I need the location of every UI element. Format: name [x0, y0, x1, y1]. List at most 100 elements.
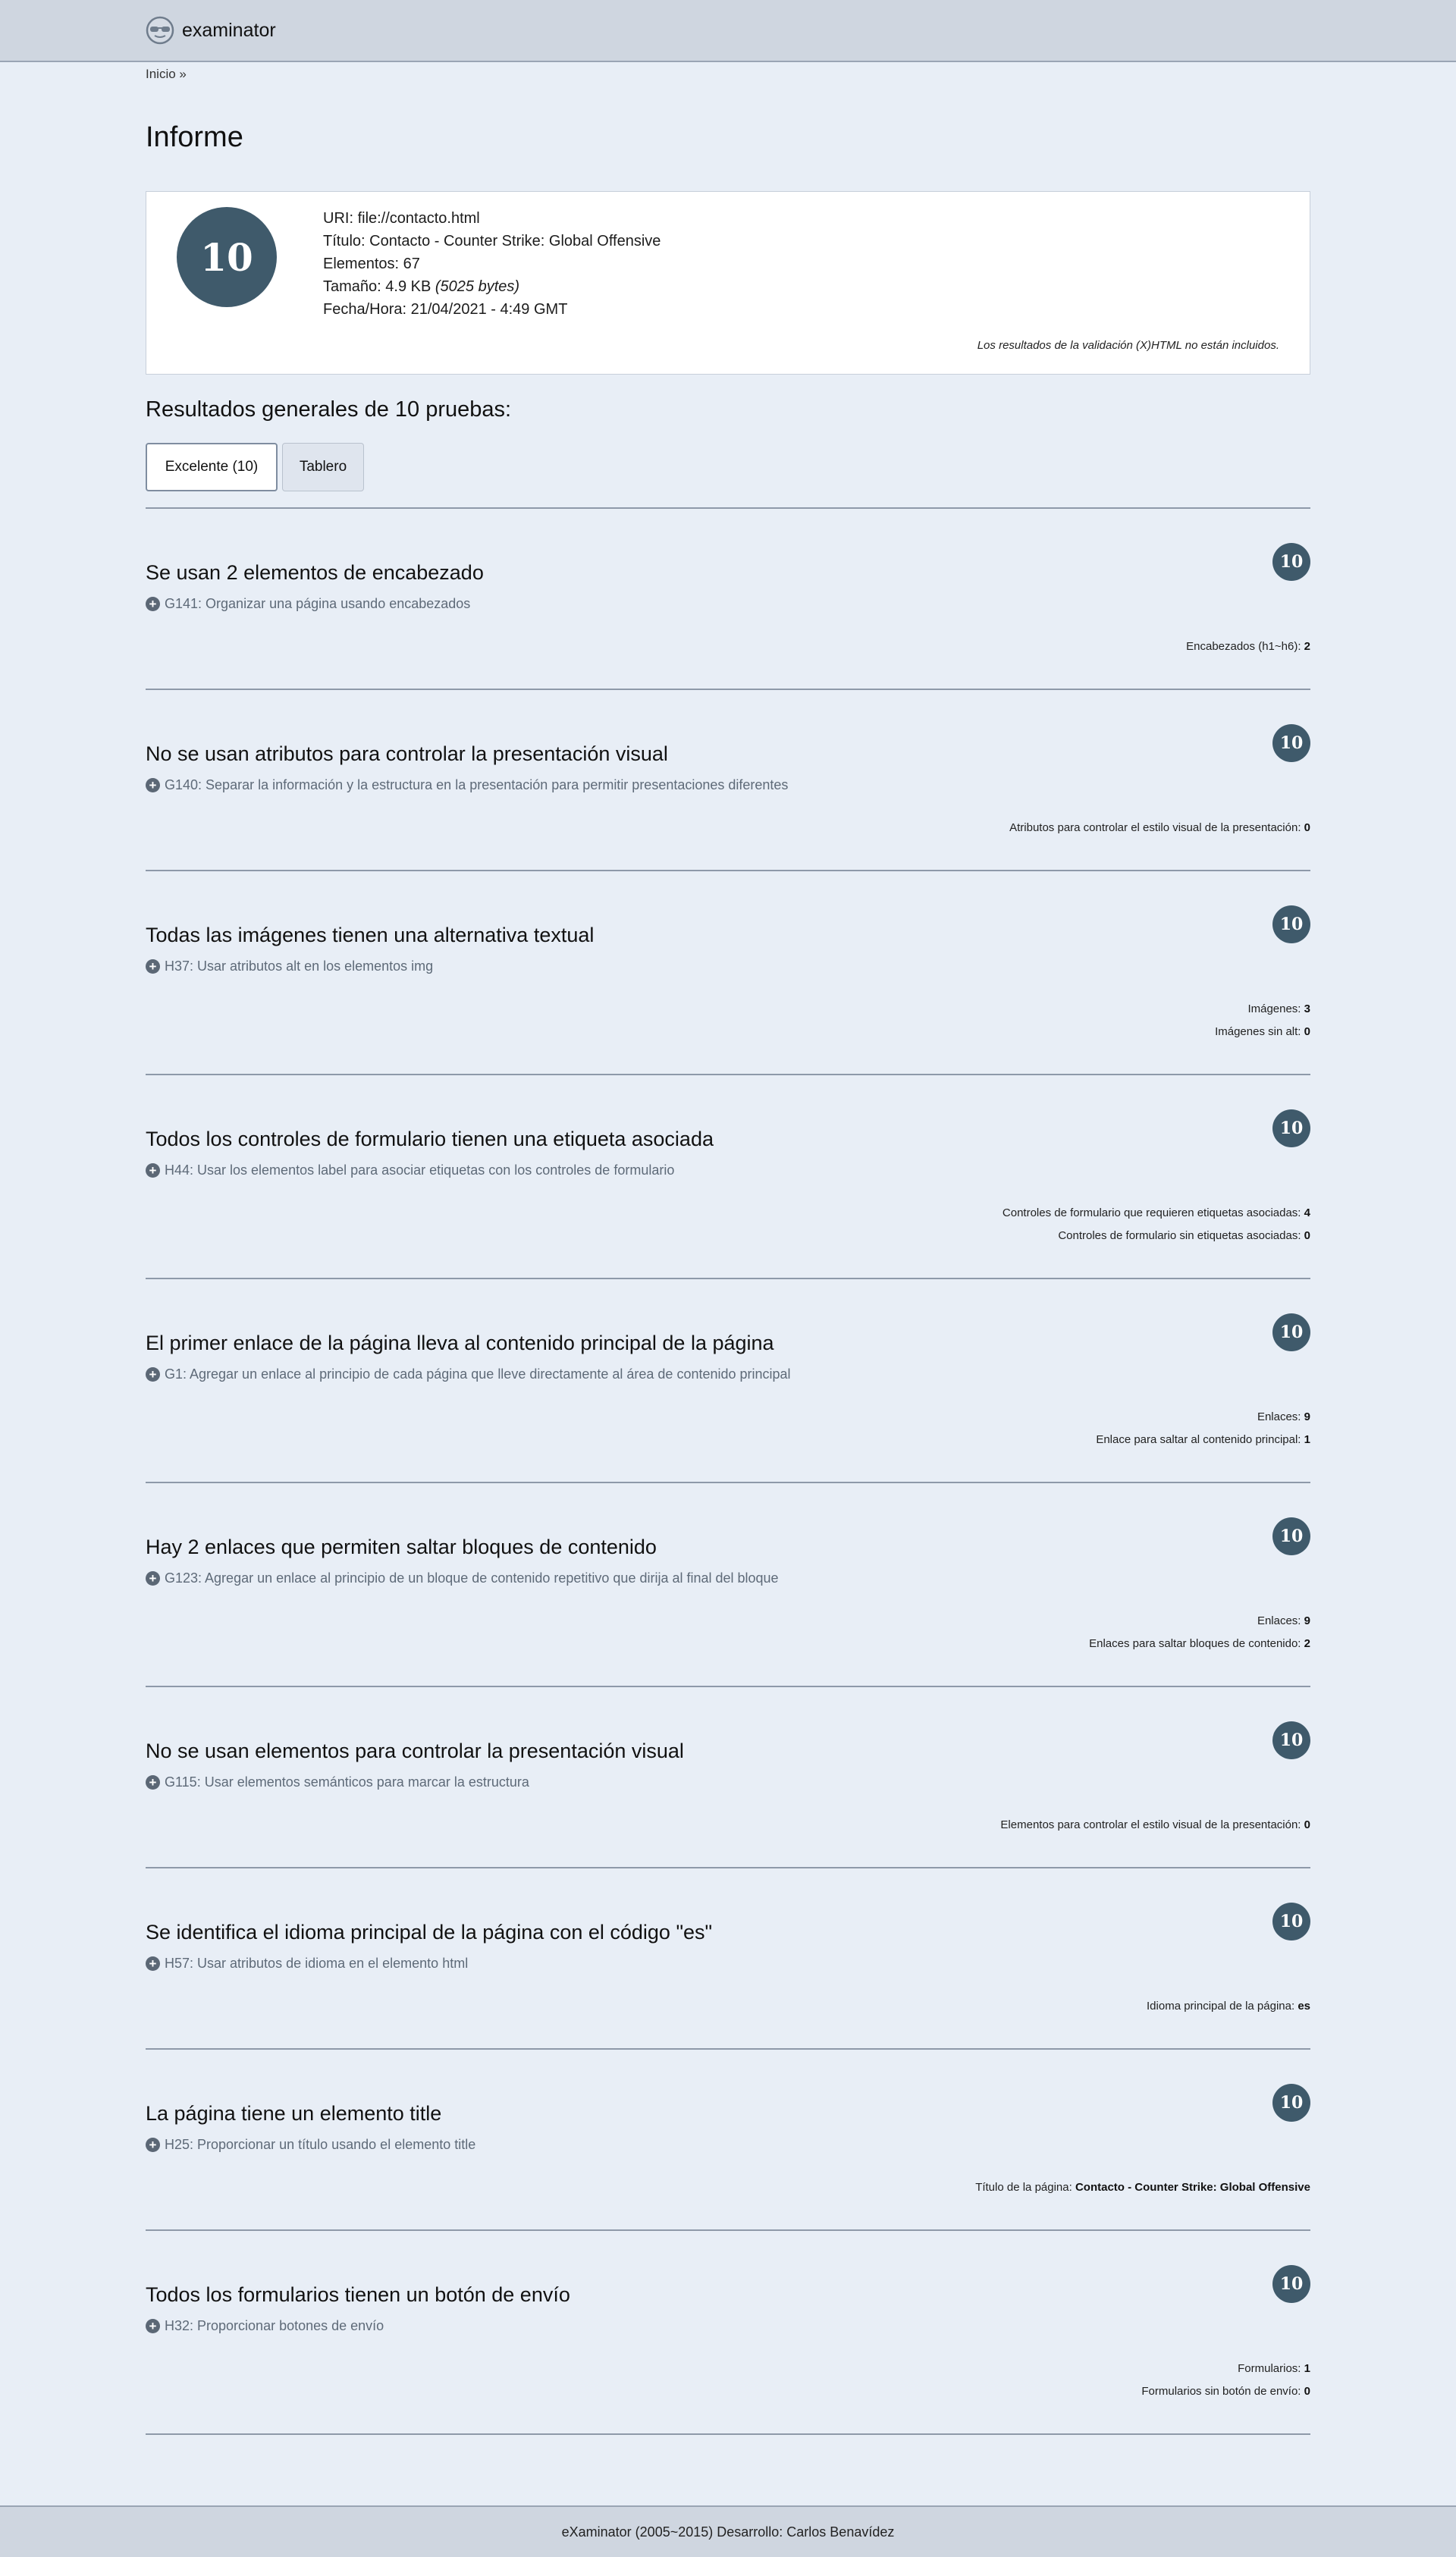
result-label: Idioma principal de la página:	[1147, 2000, 1295, 2013]
plus-circle-icon: +	[146, 1956, 160, 1971]
page-metadata: URI: file://contacto.html Título: Contac…	[323, 207, 661, 321]
test-results: Elementos para controlar el estilo visua…	[1000, 1814, 1310, 1837]
technique-link[interactable]: + H32: Proporcionar botones de envío	[146, 2318, 384, 2334]
result-value: Contacto - Counter Strike: Global Offens…	[1075, 2181, 1310, 2194]
test-title: Todos los controles de formulario tienen…	[146, 1128, 714, 1150]
technique-link[interactable]: + G115: Usar elementos semánticos para ma…	[146, 1774, 529, 1790]
plus-circle-icon: +	[146, 959, 160, 974]
result-row: Elementos para controlar el estilo visua…	[1000, 1814, 1310, 1837]
result-label: Enlaces:	[1257, 1614, 1301, 1627]
test-title: Hay 2 enlaces que permiten saltar bloque…	[146, 1536, 657, 1558]
result-label: Encabezados (h1~h6):	[1186, 640, 1301, 653]
result-value: 2	[1304, 1637, 1310, 1650]
test-results: Enlaces: 9 Enlace para saltar al conteni…	[1096, 1406, 1310, 1451]
result-label: Formularios:	[1238, 2362, 1301, 2375]
result-value: 0	[1304, 1025, 1310, 1038]
elements-row: Elementos: 67	[323, 253, 661, 275]
plus-circle-icon: +	[146, 2138, 160, 2152]
uri-label: URI:	[323, 210, 353, 227]
test-title: Todas las imágenes tienen una alternativ…	[146, 924, 595, 946]
technique-link[interactable]: + H44: Usar los elementos label para asoc…	[146, 1162, 674, 1178]
test-title: La página tiene un elemento title	[146, 2102, 442, 2125]
technique-link[interactable]: + H57: Usar atributos de idioma en el ele…	[146, 1956, 468, 1972]
result-value: 3	[1304, 1002, 1310, 1015]
score-badge: 10	[1272, 1517, 1310, 1555]
overall-score-badge: 10	[177, 207, 277, 307]
score-badge: 10	[1272, 905, 1310, 943]
technique-link[interactable]: + G123: Agregar un enlace al principio de…	[146, 1570, 779, 1586]
result-value: 0	[1304, 2385, 1310, 2398]
result-label: Controles de formulario sin etiquetas as…	[1058, 1229, 1301, 1242]
result-value: 9	[1304, 1410, 1310, 1423]
technique-label: H32: Proporcionar botones de envío	[165, 2318, 384, 2333]
plus-circle-icon: +	[146, 778, 160, 792]
result-row: Enlaces: 9	[1096, 1406, 1310, 1429]
divider	[146, 2229, 1310, 2231]
uri-value: file://contacto.html	[357, 210, 480, 227]
result-row: Imágenes sin alt: 0	[1215, 1021, 1310, 1043]
result-row: Formularios sin botón de envío: 0	[1141, 2380, 1310, 2403]
divider	[146, 1686, 1310, 1687]
result-value: 9	[1304, 1614, 1310, 1627]
result-value: 4	[1304, 1206, 1310, 1219]
test-results: Controles de formulario que requieren et…	[1003, 1202, 1310, 1247]
technique-link[interactable]: + H25: Proporcionar un título usando el e…	[146, 2137, 475, 2153]
overall-results-heading: Resultados generales de 10 pruebas:	[146, 397, 512, 422]
result-value: es	[1298, 2000, 1310, 2013]
test-results: Imágenes: 3 Imágenes sin alt: 0	[1215, 998, 1310, 1043]
technique-label: H25: Proporcionar un título usando el el…	[165, 2137, 476, 2152]
divider	[146, 1074, 1310, 1075]
divider	[146, 1482, 1310, 1483]
plus-circle-icon: +	[146, 597, 160, 611]
technique-link[interactable]: + G141: Organizar una página usando encab…	[146, 596, 470, 612]
breadcrumb-separator: »	[179, 67, 187, 81]
test-results: Idioma principal de la página: es	[1147, 1995, 1310, 2018]
result-row: Controles de formulario sin etiquetas as…	[1003, 1225, 1310, 1247]
tab-excelente[interactable]: Excelente (10)	[146, 443, 278, 491]
technique-link[interactable]: + G140: Separar la información y la estru…	[146, 777, 788, 793]
test-title: Se usan 2 elementos de encabezado	[146, 561, 484, 584]
size-bytes: (5025 bytes)	[435, 278, 520, 295]
score-badge: 10	[1272, 2265, 1310, 2303]
technique-label: G115: Usar elementos semánticos para mar…	[165, 1774, 529, 1790]
size-label: Tamaño:	[323, 278, 381, 295]
plus-circle-icon: +	[146, 1163, 160, 1178]
tab-tablero[interactable]: Tablero	[282, 443, 364, 491]
page-title: Informe	[146, 121, 243, 153]
brand[interactable]: examinator	[146, 15, 276, 45]
elements-value: 67	[403, 256, 420, 272]
result-row: Enlaces para saltar bloques de contenido…	[1089, 1633, 1310, 1655]
size-value: 4.9 KB	[385, 278, 431, 295]
elements-label: Elementos:	[323, 256, 400, 272]
score-badge: 10	[1272, 1313, 1310, 1351]
result-row: Formularios: 1	[1141, 2358, 1310, 2380]
technique-label: G141: Organizar una página usando encabe…	[165, 596, 471, 611]
breadcrumb-home-link[interactable]: Inicio	[146, 67, 176, 81]
divider	[146, 689, 1310, 690]
datetime-row: Fecha/Hora: 21/04/2021 - 4:49 GMT	[323, 298, 661, 321]
result-row: Enlace para saltar al contenido principa…	[1096, 1429, 1310, 1451]
result-label: Elementos para controlar el estilo visua…	[1000, 1818, 1301, 1831]
result-value: 0	[1304, 821, 1310, 834]
score-badge: 10	[1272, 1109, 1310, 1147]
result-value: 0	[1304, 1229, 1310, 1242]
result-label: Enlaces:	[1257, 1410, 1301, 1423]
divider	[146, 1278, 1310, 1279]
divider	[146, 870, 1310, 871]
score-badge: 10	[1272, 2084, 1310, 2122]
technique-label: G140: Separar la información y la estruc…	[165, 777, 789, 792]
score-badge: 10	[1272, 724, 1310, 762]
result-label: Título de la página:	[975, 2181, 1072, 2194]
technique-link[interactable]: + G1: Agregar un enlace al principio de c…	[146, 1366, 791, 1382]
test-title: No se usan elementos para controlar la p…	[146, 1740, 684, 1762]
divider	[146, 507, 1310, 509]
plus-circle-icon: +	[146, 1775, 160, 1790]
test-title: Todos los formularios tienen un botón de…	[146, 2283, 570, 2306]
datetime-value: 21/04/2021 - 4:49 GMT	[410, 301, 568, 318]
technique-link[interactable]: + H37: Usar atributos alt en los elemento…	[146, 958, 433, 974]
result-row: Título de la página: Contacto - Counter …	[975, 2176, 1310, 2199]
result-row: Controles de formulario que requieren et…	[1003, 1202, 1310, 1225]
brand-name: examinator	[182, 19, 276, 41]
divider	[146, 2433, 1310, 2435]
validation-note: Los resultados de la validación (X)HTML …	[977, 339, 1279, 352]
